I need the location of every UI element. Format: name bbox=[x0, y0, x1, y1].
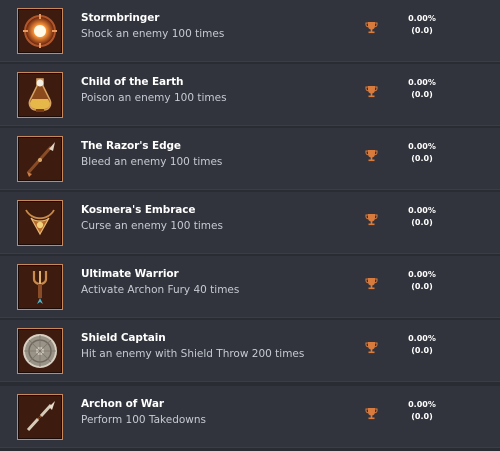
unlock-count: (0.0) bbox=[411, 346, 433, 355]
unlock-percentage: 0.00% bbox=[408, 78, 436, 87]
poison-flask-icon bbox=[17, 72, 63, 118]
unlock-percentage: 0.00% bbox=[408, 270, 436, 279]
unlock-percentage: 0.00% bbox=[408, 400, 436, 409]
achievement-description: Curse an enemy 100 times bbox=[81, 220, 223, 232]
amulet-icon bbox=[17, 200, 63, 246]
unlock-percentage: 0.00% bbox=[408, 334, 436, 343]
achievement-row[interactable]: Kosmera's Embrace Curse an enemy 100 tim… bbox=[0, 192, 500, 254]
achievement-row[interactable]: Child of the Earth Poison an enemy 100 t… bbox=[0, 64, 500, 126]
trophy-icon bbox=[365, 407, 378, 420]
achievement-description: Bleed an enemy 100 times bbox=[81, 156, 223, 168]
achievement-title: Kosmera's Embrace bbox=[81, 204, 196, 216]
achievement-row[interactable]: Ultimate Warrior Activate Archon Fury 40… bbox=[0, 256, 500, 318]
unlock-count: (0.0) bbox=[411, 90, 433, 99]
broken-spear-icon bbox=[17, 394, 63, 440]
unlock-percentage: 0.00% bbox=[408, 14, 436, 23]
achievement-title: Stormbringer bbox=[81, 12, 160, 24]
trident-icon bbox=[17, 264, 63, 310]
achievement-title: The Razor's Edge bbox=[81, 140, 181, 152]
achievement-title: Shield Captain bbox=[81, 332, 166, 344]
trophy-icon bbox=[365, 21, 378, 34]
lightning-orb-icon bbox=[17, 8, 63, 54]
achievement-title: Child of the Earth bbox=[81, 76, 184, 88]
unlock-count: (0.0) bbox=[411, 412, 433, 421]
unlock-count: (0.0) bbox=[411, 154, 433, 163]
achievement-description: Shock an enemy 100 times bbox=[81, 28, 225, 40]
achievement-description: Activate Archon Fury 40 times bbox=[81, 284, 240, 296]
trophy-icon bbox=[365, 277, 378, 290]
unlock-percentage: 0.00% bbox=[408, 142, 436, 151]
achievement-list: Stormbringer Shock an enemy 100 times 0.… bbox=[0, 0, 500, 451]
achievement-row[interactable]: Shield Captain Hit an enemy with Shield … bbox=[0, 320, 500, 382]
trophy-icon bbox=[365, 341, 378, 354]
achievement-title: Archon of War bbox=[81, 398, 164, 410]
unlock-count: (0.0) bbox=[411, 282, 433, 291]
trophy-icon bbox=[365, 213, 378, 226]
achievement-description: Poison an enemy 100 times bbox=[81, 92, 227, 104]
unlock-count: (0.0) bbox=[411, 26, 433, 35]
trophy-icon bbox=[365, 149, 378, 162]
unlock-count: (0.0) bbox=[411, 218, 433, 227]
round-shield-icon bbox=[17, 328, 63, 374]
achievement-row[interactable]: The Razor's Edge Bleed an enemy 100 time… bbox=[0, 128, 500, 190]
achievement-description: Perform 100 Takedowns bbox=[81, 414, 207, 426]
unlock-percentage: 0.00% bbox=[408, 206, 436, 215]
achievement-row[interactable]: Archon of War Perform 100 Takedowns 0.00… bbox=[0, 386, 500, 448]
achievement-row[interactable]: Stormbringer Shock an enemy 100 times 0.… bbox=[0, 0, 500, 62]
achievement-title: Ultimate Warrior bbox=[81, 268, 179, 280]
trophy-icon bbox=[365, 85, 378, 98]
spear-icon bbox=[17, 136, 63, 182]
achievement-description: Hit an enemy with Shield Throw 200 times bbox=[81, 348, 305, 360]
